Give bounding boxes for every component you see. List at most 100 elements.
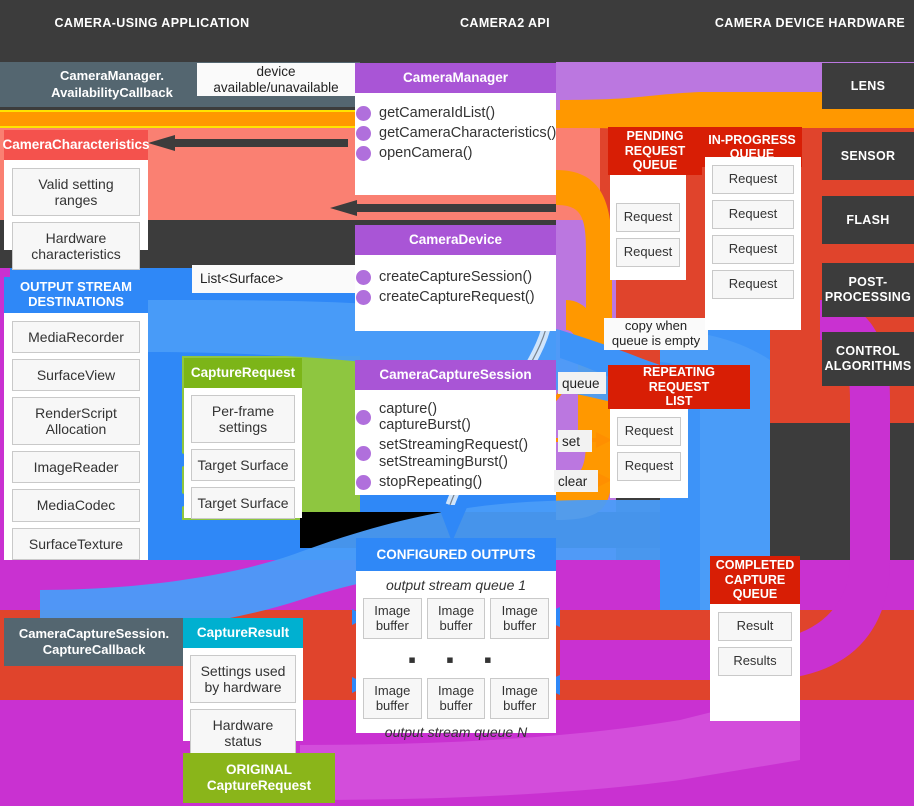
camera-manager-method[interactable]: getCameraCharacteristics() <box>356 125 556 141</box>
request-chip: Request <box>712 269 794 299</box>
capture-callback-block: CameraCaptureSession. CaptureCallback <box>4 618 184 666</box>
header-label-api: CAMERA2 API <box>459 16 551 30</box>
capture-request-title: CaptureRequest <box>190 365 296 381</box>
request-chip: Request <box>712 234 794 264</box>
output-destination-item: SurfaceTexture <box>12 527 140 560</box>
set-edge-label: set <box>558 430 592 452</box>
capture-result-item: Hardware status <box>190 709 296 758</box>
image-buffer: Image buffer <box>490 598 550 640</box>
image-buffer: Image buffer <box>363 678 422 720</box>
queue-edge-text: queue <box>562 375 600 391</box>
capture-request-item: Target Surface <box>191 487 295 520</box>
copy-when-empty-label: copy when queue is empty <box>604 318 708 350</box>
camera-manager-method[interactable]: openCamera() <box>356 145 550 161</box>
result-chip: Result <box>718 612 792 641</box>
completed-capture-queue-header: COMPLETED CAPTURE QUEUE <box>710 556 800 604</box>
device-availability-label: device available/unavailable <box>213 63 339 95</box>
configured-outputs-title: CONFIGURED OUTPUTS <box>376 546 536 562</box>
capture-result-body: Settings used by hardware Hardware statu… <box>183 648 303 764</box>
camera-manager-method-label: getCameraCharacteristics() <box>379 125 557 142</box>
output-destination-item: MediaCodec <box>12 489 140 522</box>
set-edge-text: set <box>562 433 581 449</box>
method-bullet-icon <box>356 289 371 305</box>
request-chip: Request <box>616 237 680 267</box>
hardware-block-control-algorithms: CONTROL ALGORITHMS <box>822 332 914 386</box>
characteristics-item: Valid setting ranges <box>12 168 140 217</box>
device-availability-tag: device available/unavailable <box>197 63 355 96</box>
in-progress-queue-box: Request Request Request Request <box>705 157 801 330</box>
camera-characteristics-title: CameraCharacteristics <box>2 137 150 153</box>
capture-session-method-label: capture() captureBurst() <box>379 401 471 434</box>
capture-request-item: Target Surface <box>191 449 295 482</box>
header-label-app: CAMERA-USING APPLICATION <box>54 16 250 30</box>
capture-session-method[interactable]: stopRepeating() <box>356 473 552 490</box>
output-stream-queue-n-label: output stream queue N <box>384 724 528 741</box>
camera-manager-card: CameraManager getCameraIdList() getCamer… <box>355 63 556 195</box>
image-buffer: Image buffer <box>490 678 550 720</box>
result-chip: Results <box>718 646 792 676</box>
list-surface-tag: List<Surface> <box>192 265 355 293</box>
camera-device-card: CameraDevice createCaptureSession() crea… <box>355 225 556 331</box>
capture-result-header: CaptureResult <box>183 618 303 648</box>
clear-edge-text: clear <box>558 473 588 489</box>
camera-device-method[interactable]: createCaptureRequest() <box>356 289 550 306</box>
camera-manager-method[interactable]: getCameraIdList() <box>356 105 550 121</box>
output-destination-item: MediaRecorder <box>12 321 140 354</box>
camera-device-body: createCaptureSession() createCaptureRequ… <box>355 255 556 315</box>
request-chip: Request <box>617 417 681 446</box>
method-bullet-icon <box>356 474 371 490</box>
ellipsis-marker: ▪ ▪ ▪ <box>408 647 504 673</box>
camera-capture-session-card: CameraCaptureSession capture() captureBu… <box>355 360 556 495</box>
configured-outputs-card: CONFIGURED OUTPUTS output stream queue 1… <box>356 538 556 740</box>
image-buffer: Image buffer <box>363 598 422 640</box>
camera-capture-session-title: CameraCaptureSession <box>379 367 532 383</box>
image-buffer-row-1: Image buffer Image buffer Image buffer <box>363 598 550 640</box>
capture-result-title: CaptureResult <box>196 625 290 641</box>
pending-request-queue-box: Request Request <box>610 175 686 280</box>
capture-request-body: Per-frame settings Target Surface Target… <box>184 388 302 526</box>
pending-request-queue-header: PENDING REQUEST QUEUE <box>608 127 702 175</box>
method-bullet-icon <box>356 146 371 162</box>
capture-result-item: Settings used by hardware <box>190 655 296 704</box>
header-label-hardware: CAMERA DEVICE HARDWARE <box>714 16 906 30</box>
original-capture-request-block: ORIGINAL CaptureRequest <box>183 753 335 803</box>
completed-capture-queue-title: COMPLETED CAPTURE QUEUE <box>715 558 795 602</box>
request-chip: Request <box>712 165 794 194</box>
camera-device-method-label: createCaptureSession() <box>379 269 533 285</box>
capture-session-method[interactable]: capture() captureBurst() <box>356 401 552 434</box>
pending-request-queue-title: PENDING REQUEST QUEUE <box>624 129 686 173</box>
camera-device-header: CameraDevice <box>355 225 556 255</box>
capture-session-method-label: stopRepeating() <box>379 473 483 490</box>
configured-outputs-header: CONFIGURED OUTPUTS <box>356 538 556 571</box>
request-chip: Request <box>617 451 681 481</box>
camera-manager-header: CameraManager <box>355 63 556 93</box>
original-capture-request-label: ORIGINAL CaptureRequest <box>206 761 312 793</box>
hardware-block-flash: FLASH <box>822 196 914 244</box>
hardware-block-lens: LENS <box>822 63 914 109</box>
configured-outputs-body: output stream queue 1 Image buffer Image… <box>356 571 556 746</box>
capture-session-method[interactable]: setStreamingRequest() setStreamingBurst(… <box>356 437 552 470</box>
hardware-block-post-processing: POST- PROCESSING <box>822 263 914 317</box>
method-bullet-icon <box>356 125 371 141</box>
camera2-architecture-diagram: CAMERA-USING APPLICATION CAMERA2 API CAM… <box>0 0 914 806</box>
hardware-block-label: SENSOR <box>840 148 896 163</box>
hardware-block-label: CONTROL ALGORITHMS <box>824 344 912 373</box>
image-buffer: Image buffer <box>426 678 486 720</box>
queue-edge-label: queue <box>558 372 606 394</box>
output-stream-queue-1-label: output stream queue 1 <box>385 577 527 593</box>
camera-device-method-label: createCaptureRequest() <box>379 289 535 306</box>
hardware-block-label: POST- PROCESSING <box>824 275 912 304</box>
clear-edge-label: clear <box>554 470 598 492</box>
capture-request-card: CaptureRequest Per-frame settings Target… <box>184 358 302 520</box>
repeating-request-list-header: REPEATING REQUEST LIST <box>608 365 750 409</box>
method-bullet-icon <box>356 446 371 462</box>
method-bullet-icon <box>356 105 371 121</box>
hardware-block-label: FLASH <box>846 212 890 227</box>
characteristics-item: Hardware characteristics <box>12 222 140 271</box>
repeating-request-list-title: REPEATING REQUEST LIST <box>643 365 715 409</box>
camera-capture-session-header: CameraCaptureSession <box>355 360 556 390</box>
availability-callback-block: CameraManager. AvailabilityCallback <box>12 62 212 107</box>
image-buffer: Image buffer <box>426 598 486 640</box>
diagram-header-bar: CAMERA-USING APPLICATION CAMERA2 API CAM… <box>0 0 914 62</box>
camera-device-method[interactable]: createCaptureSession() <box>356 269 550 285</box>
